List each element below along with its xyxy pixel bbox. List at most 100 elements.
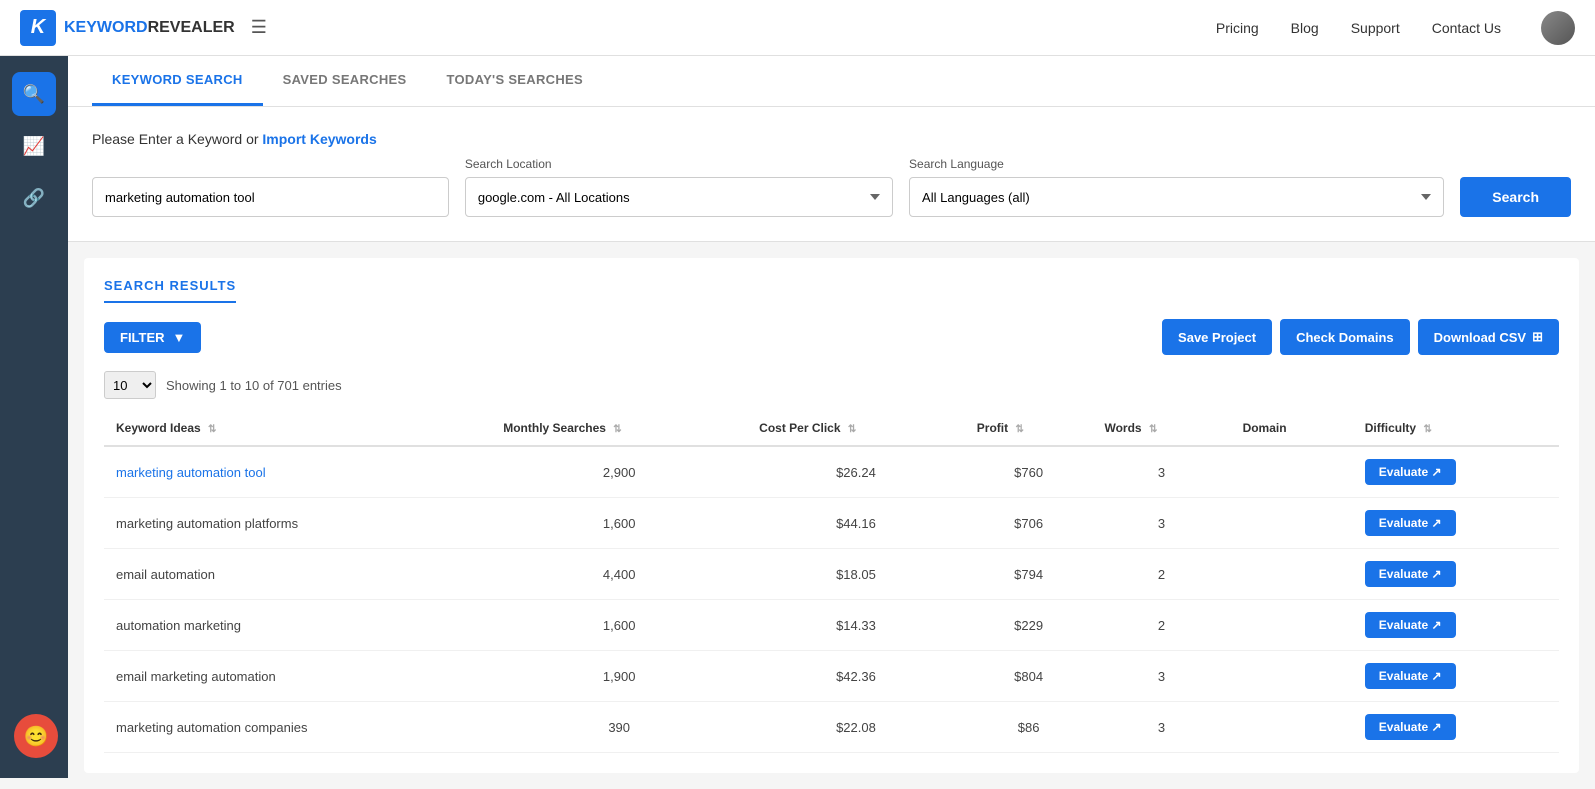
table-row: marketing automation tool2,900$26.24$760… [104,446,1559,498]
evaluate-button[interactable]: Evaluate ↗ [1365,510,1456,536]
keyword-cell: marketing automation companies [104,702,491,753]
hamburger-menu[interactable]: ☰ [251,17,267,38]
sort-icon-words: ⇅ [1149,424,1157,435]
words-cell: 3 [1092,651,1230,702]
evaluate-button[interactable]: Evaluate ↗ [1365,459,1456,485]
nav-pricing[interactable]: Pricing [1216,20,1259,36]
monthly-searches-cell: 390 [491,702,747,753]
import-keywords-link[interactable]: Import Keywords [262,131,376,147]
logo-text: KEYWORDREVEALER [64,19,235,37]
domain-cell [1231,600,1353,651]
words-cell: 3 [1092,446,1230,498]
domain-cell [1231,549,1353,600]
logo-link[interactable]: K KEYWORDREVEALER [20,10,235,46]
keyword-cell: marketing automation platforms [104,498,491,549]
nav-contact[interactable]: Contact Us [1432,20,1501,36]
keyword-input[interactable] [92,177,449,217]
tab-saved-searches[interactable]: SAVED SEARCHES [263,56,427,106]
filter-button[interactable]: FILTER ▼ [104,322,201,353]
profit-cell: $760 [965,446,1093,498]
search-label: Please Enter a Keyword or Import Keyword… [92,131,1571,147]
sidebar: 🔍 📈 🔗 [0,56,68,778]
avatar[interactable] [1541,11,1575,45]
tab-todays-searches[interactable]: TODAY'S SEARCHES [426,56,602,106]
tabs-bar: KEYWORD SEARCH SAVED SEARCHES TODAY'S SE… [68,56,1595,107]
sidebar-item-search[interactable]: 🔍 [12,72,56,116]
nav-support[interactable]: Support [1351,20,1400,36]
table-header-row: Keyword Ideas ⇅ Monthly Searches ⇅ Cost … [104,411,1559,446]
cpc-cell: $22.08 [747,702,965,753]
cpc-cell: $42.36 [747,651,965,702]
col-keyword-ideas[interactable]: Keyword Ideas ⇅ [104,411,491,446]
monthly-searches-cell: 1,600 [491,498,747,549]
monthly-searches-cell: 1,600 [491,600,747,651]
monthly-searches-cell: 2,900 [491,446,747,498]
domain-cell [1231,651,1353,702]
search-section: Please Enter a Keyword or Import Keyword… [68,107,1595,242]
domain-cell [1231,498,1353,549]
keyword-link[interactable]: marketing automation tool [116,465,266,480]
keyword-cell: email marketing automation [104,651,491,702]
table-row: email marketing automation1,900$42.36$80… [104,651,1559,702]
difficulty-cell: Evaluate ↗ [1353,600,1559,651]
profit-cell: $794 [965,549,1093,600]
evaluate-button[interactable]: Evaluate ↗ [1365,561,1456,587]
domain-cell [1231,702,1353,753]
col-cost-per-click[interactable]: Cost Per Click ⇅ [747,411,965,446]
evaluate-button[interactable]: Evaluate ↗ [1365,612,1456,638]
sort-icon-keyword: ⇅ [208,424,216,435]
download-csv-button[interactable]: Download CSV ⊞ [1418,319,1559,355]
keyword-cell: automation marketing [104,600,491,651]
words-cell: 3 [1092,702,1230,753]
table-row: marketing automation companies390$22.08$… [104,702,1559,753]
location-label: Search Location [465,157,893,171]
profit-cell: $804 [965,651,1093,702]
entries-per-page-select[interactable]: 10 25 50 100 [104,371,156,399]
search-button[interactable]: Search [1460,177,1571,217]
evaluate-button[interactable]: Evaluate ↗ [1365,714,1456,740]
tab-keyword-search[interactable]: KEYWORD SEARCH [92,56,263,106]
difficulty-cell: Evaluate ↗ [1353,549,1559,600]
language-label: Search Language [909,157,1444,171]
difficulty-cell: Evaluate ↗ [1353,498,1559,549]
nav-links: Pricing Blog Support Contact Us [1216,11,1575,45]
col-monthly-searches[interactable]: Monthly Searches ⇅ [491,411,747,446]
table-row: automation marketing1,600$14.33$2292Eval… [104,600,1559,651]
chat-button[interactable]: 😊 [14,714,58,758]
sidebar-item-share[interactable]: 🔗 [12,176,56,220]
profit-cell: $229 [965,600,1093,651]
table-row: marketing automation platforms1,600$44.1… [104,498,1559,549]
entries-info: Showing 1 to 10 of 701 entries [166,378,342,393]
sort-icon-difficulty: ⇅ [1423,424,1431,435]
col-profit[interactable]: Profit ⇅ [965,411,1093,446]
words-cell: 2 [1092,549,1230,600]
table-row: email automation4,400$18.05$7942Evaluate… [104,549,1559,600]
csv-icon: ⊞ [1532,329,1543,345]
nav-blog[interactable]: Blog [1291,20,1319,36]
location-field-container: Search Location google.com - All Locatio… [465,157,893,217]
main-content: KEYWORD SEARCH SAVED SEARCHES TODAY'S SE… [68,56,1595,773]
location-select[interactable]: google.com - All Locations [465,177,893,217]
col-difficulty[interactable]: Difficulty ⇅ [1353,411,1559,446]
filter-label: FILTER [120,330,165,345]
monthly-searches-cell: 1,900 [491,651,747,702]
col-words[interactable]: Words ⇅ [1092,411,1230,446]
difficulty-cell: Evaluate ↗ [1353,651,1559,702]
results-title: SEARCH RESULTS [104,278,236,303]
sort-icon-monthly: ⇅ [613,424,621,435]
cpc-cell: $44.16 [747,498,965,549]
search-row: Search Location google.com - All Locatio… [92,157,1571,217]
difficulty-cell: Evaluate ↗ [1353,702,1559,753]
sidebar-item-analytics[interactable]: 📈 [12,124,56,168]
save-project-button[interactable]: Save Project [1162,319,1272,355]
language-field-container: Search Language All Languages (all) [909,157,1444,217]
evaluate-button[interactable]: Evaluate ↗ [1365,663,1456,689]
language-select[interactable]: All Languages (all) [909,177,1444,217]
difficulty-cell: Evaluate ↗ [1353,446,1559,498]
logo-icon: K [20,10,56,46]
toolbar: FILTER ▼ Save Project Check Domains Down… [104,319,1559,355]
profit-cell: $706 [965,498,1093,549]
check-domains-button[interactable]: Check Domains [1280,319,1410,355]
entries-row: 10 25 50 100 Showing 1 to 10 of 701 entr… [104,371,1559,399]
results-table: Keyword Ideas ⇅ Monthly Searches ⇅ Cost … [104,411,1559,753]
